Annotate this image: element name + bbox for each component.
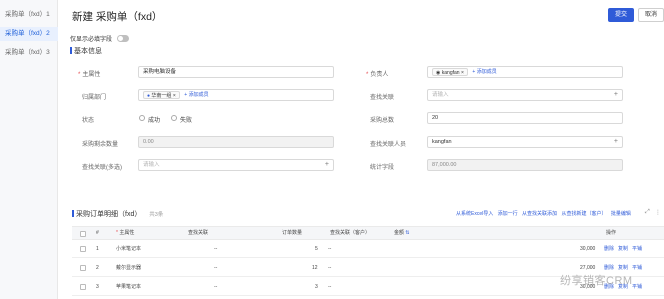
new-from-lookup-link[interactable]: 从查找新建（客户） [561,211,606,217]
row-checkbox[interactable] [80,265,86,271]
sidebar-item-label: 采购单（fxd）3 [5,49,50,56]
table-section-title: 采购订单明细（fxd） 共3条 [72,209,163,219]
col-main-attr: * 主属性 [116,230,135,236]
row-index: 2 [96,265,99,271]
row-amount: 30,000 [580,246,596,252]
watermark: 纷享销客CRM [560,275,633,287]
row-lookup: -- [214,265,218,271]
owner-field[interactable]: ◉ kangfan × + 添加成员 [427,66,623,78]
col-ops: 操作 [606,230,617,236]
select-all-checkbox[interactable] [80,231,86,237]
row-copy-link[interactable]: 复制 [618,240,628,258]
row-checkbox[interactable] [80,246,86,252]
row-name[interactable]: 苹果笔记本 [116,278,141,296]
dept-tag[interactable]: ● 华南一组 × [143,91,180,99]
stat-label: 统计字段 [370,165,395,171]
sort-icon: ⇅ [405,230,410,236]
add-from-lookup-link[interactable]: 从查找关联添加 [522,211,557,217]
required-only-label: 仅显示必填字段 [70,37,113,43]
owner-tag[interactable]: ◉ kangfan × [432,68,468,76]
main-attr-input[interactable]: 采购电脑设备 [138,66,334,78]
app-window: 采购单（fxd）1 采购单（fxd）2 采购单（fxd）3 新建 采购单（fxd… [0,0,664,299]
owner-label: * 负责人 [366,72,389,78]
person-field[interactable]: kangfan + [427,136,623,148]
plus-icon[interactable]: + [614,137,618,147]
table-actions: 从系统Excel导入 添加一行 从查找关联添加 从查找新建（客户） 批量编辑 [456,210,631,217]
row-tile-link[interactable]: 平铺 [632,240,642,258]
dept-label: 归属部门 [82,95,107,101]
total-input[interactable]: 20 [427,112,623,124]
batch-edit-link[interactable]: 批量编辑 [611,211,631,217]
table-row: 1 小米笔记本 -- 5 -- 30,000 删除 复制 平铺 [72,240,664,258]
row-lookup: -- [214,246,218,252]
table-header: # * 主属性 查找关联 订单数量 查找关联（客户） 金额 ⇅ 操作 [72,226,664,240]
row-qty[interactable]: 3 [315,278,318,296]
row-lookup: -- [214,284,218,290]
stat-input: 87,000.00 [427,159,623,171]
remain-input: 0.00 [138,136,334,148]
required-only-toggle[interactable] [117,35,129,42]
dept-add-link[interactable]: + 添加成员 [184,92,208,98]
settings-icon[interactable]: ⋮ [655,209,661,216]
row-customer: -- [328,246,332,252]
sidebar-item-label: 采购单（fxd）1 [5,11,50,18]
lookup-input[interactable]: 请输入 + [427,89,623,101]
row-index: 1 [96,246,99,252]
row-index: 3 [96,284,99,290]
status-success-radio[interactable] [139,115,145,121]
status-fail-label: 失败 [180,118,193,124]
import-excel-link[interactable]: 从系统Excel导入 [456,211,493,217]
sidebar-item-1[interactable]: 采购单（fxd）1 [0,8,58,22]
sidebar-item-2[interactable]: 采购单（fxd）2 [0,27,58,41]
dept-field[interactable]: ● 华南一组 × + 添加成员 [138,89,334,101]
sidebar-item-3[interactable]: 采购单（fxd）3 [0,46,58,60]
main-attr-label: * 主属性 [78,72,101,78]
total-label: 采购总数 [370,118,395,124]
col-customer: 查找关联（客户） [330,230,371,236]
row-qty[interactable]: 12 [312,259,318,277]
sidebar: 采购单（fxd）1 采购单（fxd）2 采购单（fxd）3 [0,0,58,299]
status-success-label: 成功 [148,118,161,124]
row-tile-link[interactable]: 平铺 [632,259,642,277]
sidebar-item-label: 采购单（fxd）2 [5,30,50,37]
multi-lookup-label: 查找关联(多选) [82,165,122,171]
col-lookup: 查找关联 [188,230,209,236]
row-qty[interactable]: 5 [315,240,318,258]
row-delete-link[interactable]: 删除 [604,240,614,258]
submit-button[interactable]: 提交 [608,8,634,22]
page-title: 新建 采购单（fxd） [72,11,163,23]
row-count: 共3条 [149,212,164,218]
col-index: # [96,230,99,236]
remain-label: 采购剩余数量 [82,142,119,148]
status-label: 状态 [82,118,95,124]
owner-add-link[interactable]: + 添加成员 [472,69,496,75]
multi-lookup-input[interactable]: 请输入 + [138,159,334,171]
status-fail-radio[interactable] [171,115,177,121]
row-customer: -- [328,284,332,290]
col-qty: 订单数量 [282,230,303,236]
plus-icon[interactable]: + [325,160,329,170]
col-amount: 金额 ⇅ [394,230,410,236]
row-customer: -- [328,265,332,271]
add-row-link[interactable]: 添加一行 [498,211,518,217]
lookup-label: 查找关联 [370,95,395,101]
cancel-button[interactable]: 取消 [638,8,664,22]
person-label: 查找关联人员 [370,142,407,148]
basic-info-section-title: 基本信息 [70,46,102,56]
row-name[interactable]: 戴尔显示器 [116,259,141,277]
expand-icon[interactable]: ⤢ [645,209,650,216]
row-tile-link[interactable]: 平铺 [632,278,642,296]
row-name[interactable]: 小米笔记本 [116,240,141,258]
row-checkbox[interactable] [80,284,86,290]
plus-icon[interactable]: + [614,90,618,100]
